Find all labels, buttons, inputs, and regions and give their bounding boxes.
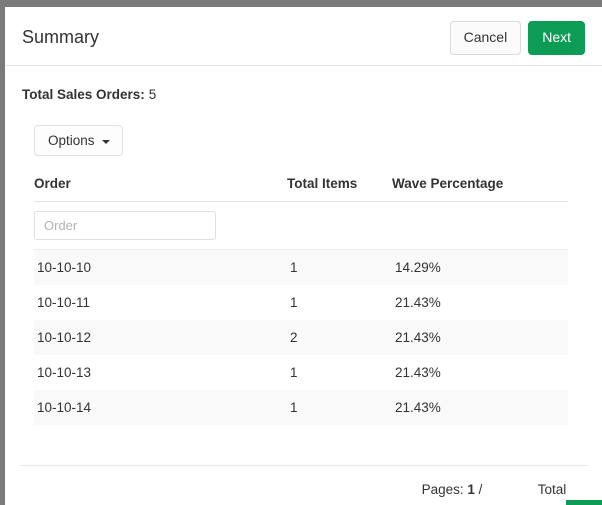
cell-order: 10-10-11 — [34, 285, 287, 320]
page-title: Summary — [22, 26, 99, 48]
options-button-label: Options — [48, 133, 95, 148]
modal-footer: Pages: 1 / 1 Total Records: 5 — [20, 465, 588, 505]
order-filter-input[interactable] — [34, 211, 216, 240]
table-filter-row — [34, 202, 568, 250]
table-head: Order Total Items Wave Percentage — [34, 176, 568, 202]
options-button[interactable]: Options — [34, 125, 123, 156]
filter-cell-order — [34, 202, 287, 250]
screen: Summary Cancel Next Total Sales Orders: 5… — [0, 0, 602, 505]
orders-table: Order Total Items Wave Percentage — [34, 176, 568, 425]
table-row[interactable]: 10-10-10 1 14.29% — [34, 250, 568, 286]
orders-table-wrap: Order Total Items Wave Percentage — [34, 176, 568, 425]
cell-total-items: 1 — [287, 250, 392, 286]
next-button[interactable]: Next — [528, 21, 585, 55]
table-body: 10-10-10 1 14.29% 10-10-11 1 21.43% 10-1… — [34, 250, 568, 426]
table-row[interactable]: 10-10-14 1 21.43% — [34, 390, 568, 425]
total-sales-orders: Total Sales Orders: 5 — [22, 87, 156, 102]
cell-wave-percentage: 21.43% — [392, 355, 568, 390]
filter-cell-wave-percentage — [392, 202, 568, 250]
clipped-text-fragment: ▪▪▪▪▪ — [435, 500, 455, 504]
header-actions: Cancel Next — [450, 21, 585, 55]
pages-separator: / — [479, 482, 483, 497]
pages-current: 1 — [467, 482, 475, 497]
window-chrome-top — [0, 0, 602, 7]
chevron-down-icon — [102, 140, 110, 144]
cell-total-items: 1 — [287, 355, 392, 390]
table-row[interactable]: 10-10-13 1 21.43% — [34, 355, 568, 390]
table-filter-body — [34, 202, 568, 250]
total-sales-orders-label: Total Sales Orders: — [22, 87, 145, 102]
clipped-background-content: ▪▪▪▪▪▪▪▪ ▪ ▪ ▪▪▪▪▪ — [5, 500, 602, 505]
table-header-row: Order Total Items Wave Percentage — [34, 176, 568, 202]
cell-order: 10-10-12 — [34, 320, 287, 355]
clipped-text-fragment: ▪▪▪▪▪▪▪▪ — [50, 500, 81, 504]
filter-cell-total-items — [287, 202, 392, 250]
cell-order: 10-10-10 — [34, 250, 287, 286]
cell-wave-percentage: 21.43% — [392, 390, 568, 425]
cell-order: 10-10-14 — [34, 390, 287, 425]
cell-total-items: 2 — [287, 320, 392, 355]
cell-order: 10-10-13 — [34, 355, 287, 390]
total-sales-orders-value: 5 — [149, 87, 157, 102]
cell-total-items: 1 — [287, 285, 392, 320]
summary-modal: Summary Cancel Next Total Sales Orders: 5… — [5, 7, 602, 505]
pages-label: Pages: — [422, 482, 464, 497]
cell-wave-percentage: 21.43% — [392, 285, 568, 320]
options-dropdown-wrap: Options — [34, 125, 123, 156]
cell-wave-percentage: 14.29% — [392, 250, 568, 286]
column-header-total-items[interactable]: Total Items — [287, 176, 392, 202]
clipped-green-button — [566, 500, 602, 505]
column-header-wave-percentage[interactable]: Wave Percentage — [392, 176, 568, 202]
cancel-button[interactable]: Cancel — [450, 21, 522, 55]
modal-header: Summary Cancel Next — [5, 7, 602, 66]
column-header-order[interactable]: Order — [34, 176, 287, 202]
cell-total-items: 1 — [287, 390, 392, 425]
table-row[interactable]: 10-10-12 2 21.43% — [34, 320, 568, 355]
table-row[interactable]: 10-10-11 1 21.43% — [34, 285, 568, 320]
clipped-text-fragment: ▪ — [370, 500, 374, 504]
cell-wave-percentage: 21.43% — [392, 320, 568, 355]
clipped-text-fragment: ▪ — [263, 500, 267, 504]
